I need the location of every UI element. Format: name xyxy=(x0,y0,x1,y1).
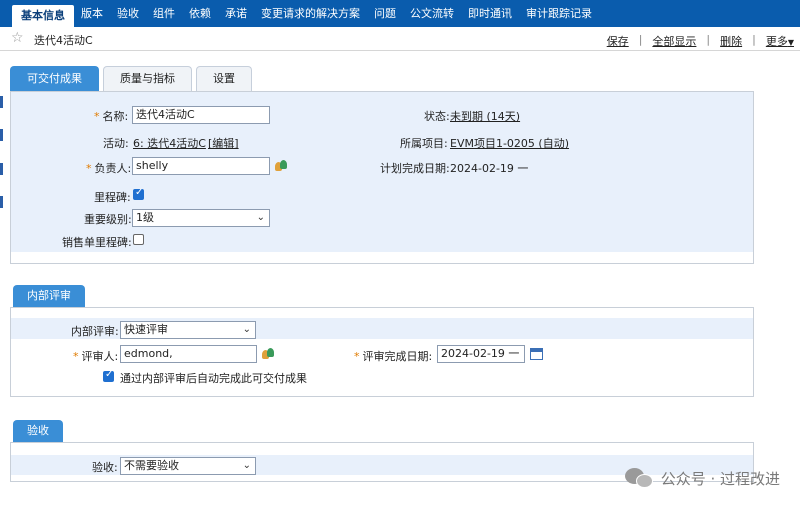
required-marker: * xyxy=(86,162,92,175)
select-user-icon[interactable] xyxy=(275,160,288,172)
auto-complete-checkbox[interactable] xyxy=(103,369,114,382)
importance-select[interactable]: 1级 ⌄ xyxy=(132,209,270,227)
review-type-value: 快速评审 xyxy=(124,323,168,336)
name-label-text: 名称: xyxy=(102,110,129,123)
chevron-down-icon: ▼ xyxy=(787,38,794,47)
chat-bubble xyxy=(635,474,653,488)
show-all-button[interactable]: 全部显示 xyxy=(652,33,696,49)
name-field[interactable]: 迭代4活动C xyxy=(132,106,270,124)
acceptance-select[interactable]: 不需要验收 ⌄ xyxy=(120,457,256,475)
review-type-label: 内部评审: xyxy=(71,325,119,338)
left-edge-strip xyxy=(0,51,3,506)
review-date-label: * 评审完成日期: xyxy=(354,348,432,364)
sales-milestone-label: 销售单里程碑: xyxy=(62,236,132,249)
required-marker: * xyxy=(354,350,360,363)
status-label: 状态: xyxy=(424,110,450,123)
person-icon xyxy=(280,160,287,169)
chevron-down-icon: ⌄ xyxy=(242,460,251,471)
nav-tab-audit-trail[interactable]: 审计跟踪记录 xyxy=(519,0,599,27)
importance-label: 重要级别: xyxy=(84,213,132,226)
edge-marker xyxy=(0,96,3,108)
activity-link[interactable]: 6: 迭代4活动C xyxy=(133,135,206,151)
auto-complete-label: 通过内部评审后自动完成此可交付成果 xyxy=(120,372,307,385)
edit-activity-link[interactable]: [编辑] xyxy=(208,135,239,151)
nav-tab-dependencies[interactable]: 依赖 xyxy=(182,0,218,27)
milestone-checkbox[interactable] xyxy=(133,187,144,200)
owner-label-text: 负责人: xyxy=(94,162,132,175)
select-reviewer-icon[interactable] xyxy=(262,348,275,360)
wechat-icon xyxy=(624,466,655,490)
calendar-icon[interactable] xyxy=(530,348,543,360)
title-bar: ☆ 迭代4活动C 保存 | 全部显示 | 删除 | 更多▼ xyxy=(0,27,800,51)
edge-marker xyxy=(0,129,3,141)
top-nav: 基本信息 版本 验收 组件 依赖 承诺 变更请求的解决方案 问题 公文流转 即时… xyxy=(0,0,800,27)
edge-marker xyxy=(0,163,3,175)
watermark: 公众号 · 过程改进 xyxy=(624,466,780,490)
review-date-label-text: 评审完成日期: xyxy=(362,350,433,363)
nav-tab-acceptance[interactable]: 验收 xyxy=(110,0,146,27)
importance-value: 1级 xyxy=(136,211,154,224)
owner-field[interactable]: shelly xyxy=(132,157,270,175)
save-button[interactable]: 保存 xyxy=(607,33,629,49)
acceptance-value: 不需要验收 xyxy=(124,459,179,472)
title-actions: 保存 | 全部显示 | 删除 | 更多▼ xyxy=(607,33,794,49)
acceptance-label: 验收: xyxy=(92,461,118,474)
reviewer-label-text: 评审人: xyxy=(81,350,119,363)
internal-review-tab[interactable]: 内部评审 xyxy=(13,285,85,307)
name-label: * 名称: xyxy=(94,108,128,124)
nav-tab-commitments[interactable]: 承诺 xyxy=(218,0,254,27)
tab-settings[interactable]: 设置 xyxy=(196,66,252,91)
review-type-select[interactable]: 快速评审 ⌄ xyxy=(120,321,256,339)
chevron-down-icon: ⌄ xyxy=(242,324,251,335)
nav-tab-version[interactable]: 版本 xyxy=(74,0,110,27)
nav-tab-basic-info[interactable]: 基本信息 xyxy=(12,5,74,27)
edge-marker xyxy=(0,196,3,208)
nav-tab-issues[interactable]: 问题 xyxy=(367,0,403,27)
divider: | xyxy=(706,33,711,46)
divider: | xyxy=(752,33,756,46)
planned-date-value: 2024-02-19 一 xyxy=(450,162,529,175)
chevron-down-icon: ⌄ xyxy=(256,212,265,223)
reviewer-field[interactable]: edmond, xyxy=(120,345,257,363)
nav-tab-components[interactable]: 组件 xyxy=(146,0,182,27)
divider: | xyxy=(638,33,643,46)
tab-deliverables[interactable]: 可交付成果 xyxy=(10,66,99,91)
sales-milestone-checkbox[interactable] xyxy=(133,234,144,245)
star-icon[interactable]: ☆ xyxy=(11,30,24,46)
required-marker: * xyxy=(73,350,79,363)
project-label: 所属项目: xyxy=(400,137,448,150)
more-label: 更多 xyxy=(765,35,788,48)
person-icon xyxy=(267,348,274,357)
nav-tab-instant-messaging[interactable]: 即时通讯 xyxy=(461,0,519,27)
nav-tab-workflow[interactable]: 公文流转 xyxy=(403,0,461,27)
page-title: 迭代4活动C xyxy=(34,34,93,47)
project-link[interactable]: EVM项目1-0205 (自动) xyxy=(450,135,569,151)
milestone-label: 里程碑: xyxy=(94,191,131,204)
owner-label: * 负责人: xyxy=(86,160,131,176)
acceptance-tab[interactable]: 验收 xyxy=(13,420,63,442)
tab-quality-metrics[interactable]: 质量与指标 xyxy=(103,66,192,91)
watermark-text: 公众号 · 过程改进 xyxy=(660,469,780,488)
review-date-field[interactable]: 2024-02-19 一 xyxy=(437,345,525,363)
section-tabs: 可交付成果 质量与指标 设置 xyxy=(10,66,252,91)
status-value[interactable]: 未到期 (14天) xyxy=(450,108,520,124)
nav-tab-change-request-solutions[interactable]: 变更请求的解决方案 xyxy=(254,0,367,27)
delete-button[interactable]: 删除 xyxy=(720,33,742,49)
required-marker: * xyxy=(94,110,100,123)
more-button[interactable]: 更多▼ xyxy=(766,33,794,49)
reviewer-label: * 评审人: xyxy=(73,348,118,364)
activity-label: 活动: xyxy=(103,137,129,150)
planned-date-label: 计划完成日期: xyxy=(380,162,450,175)
